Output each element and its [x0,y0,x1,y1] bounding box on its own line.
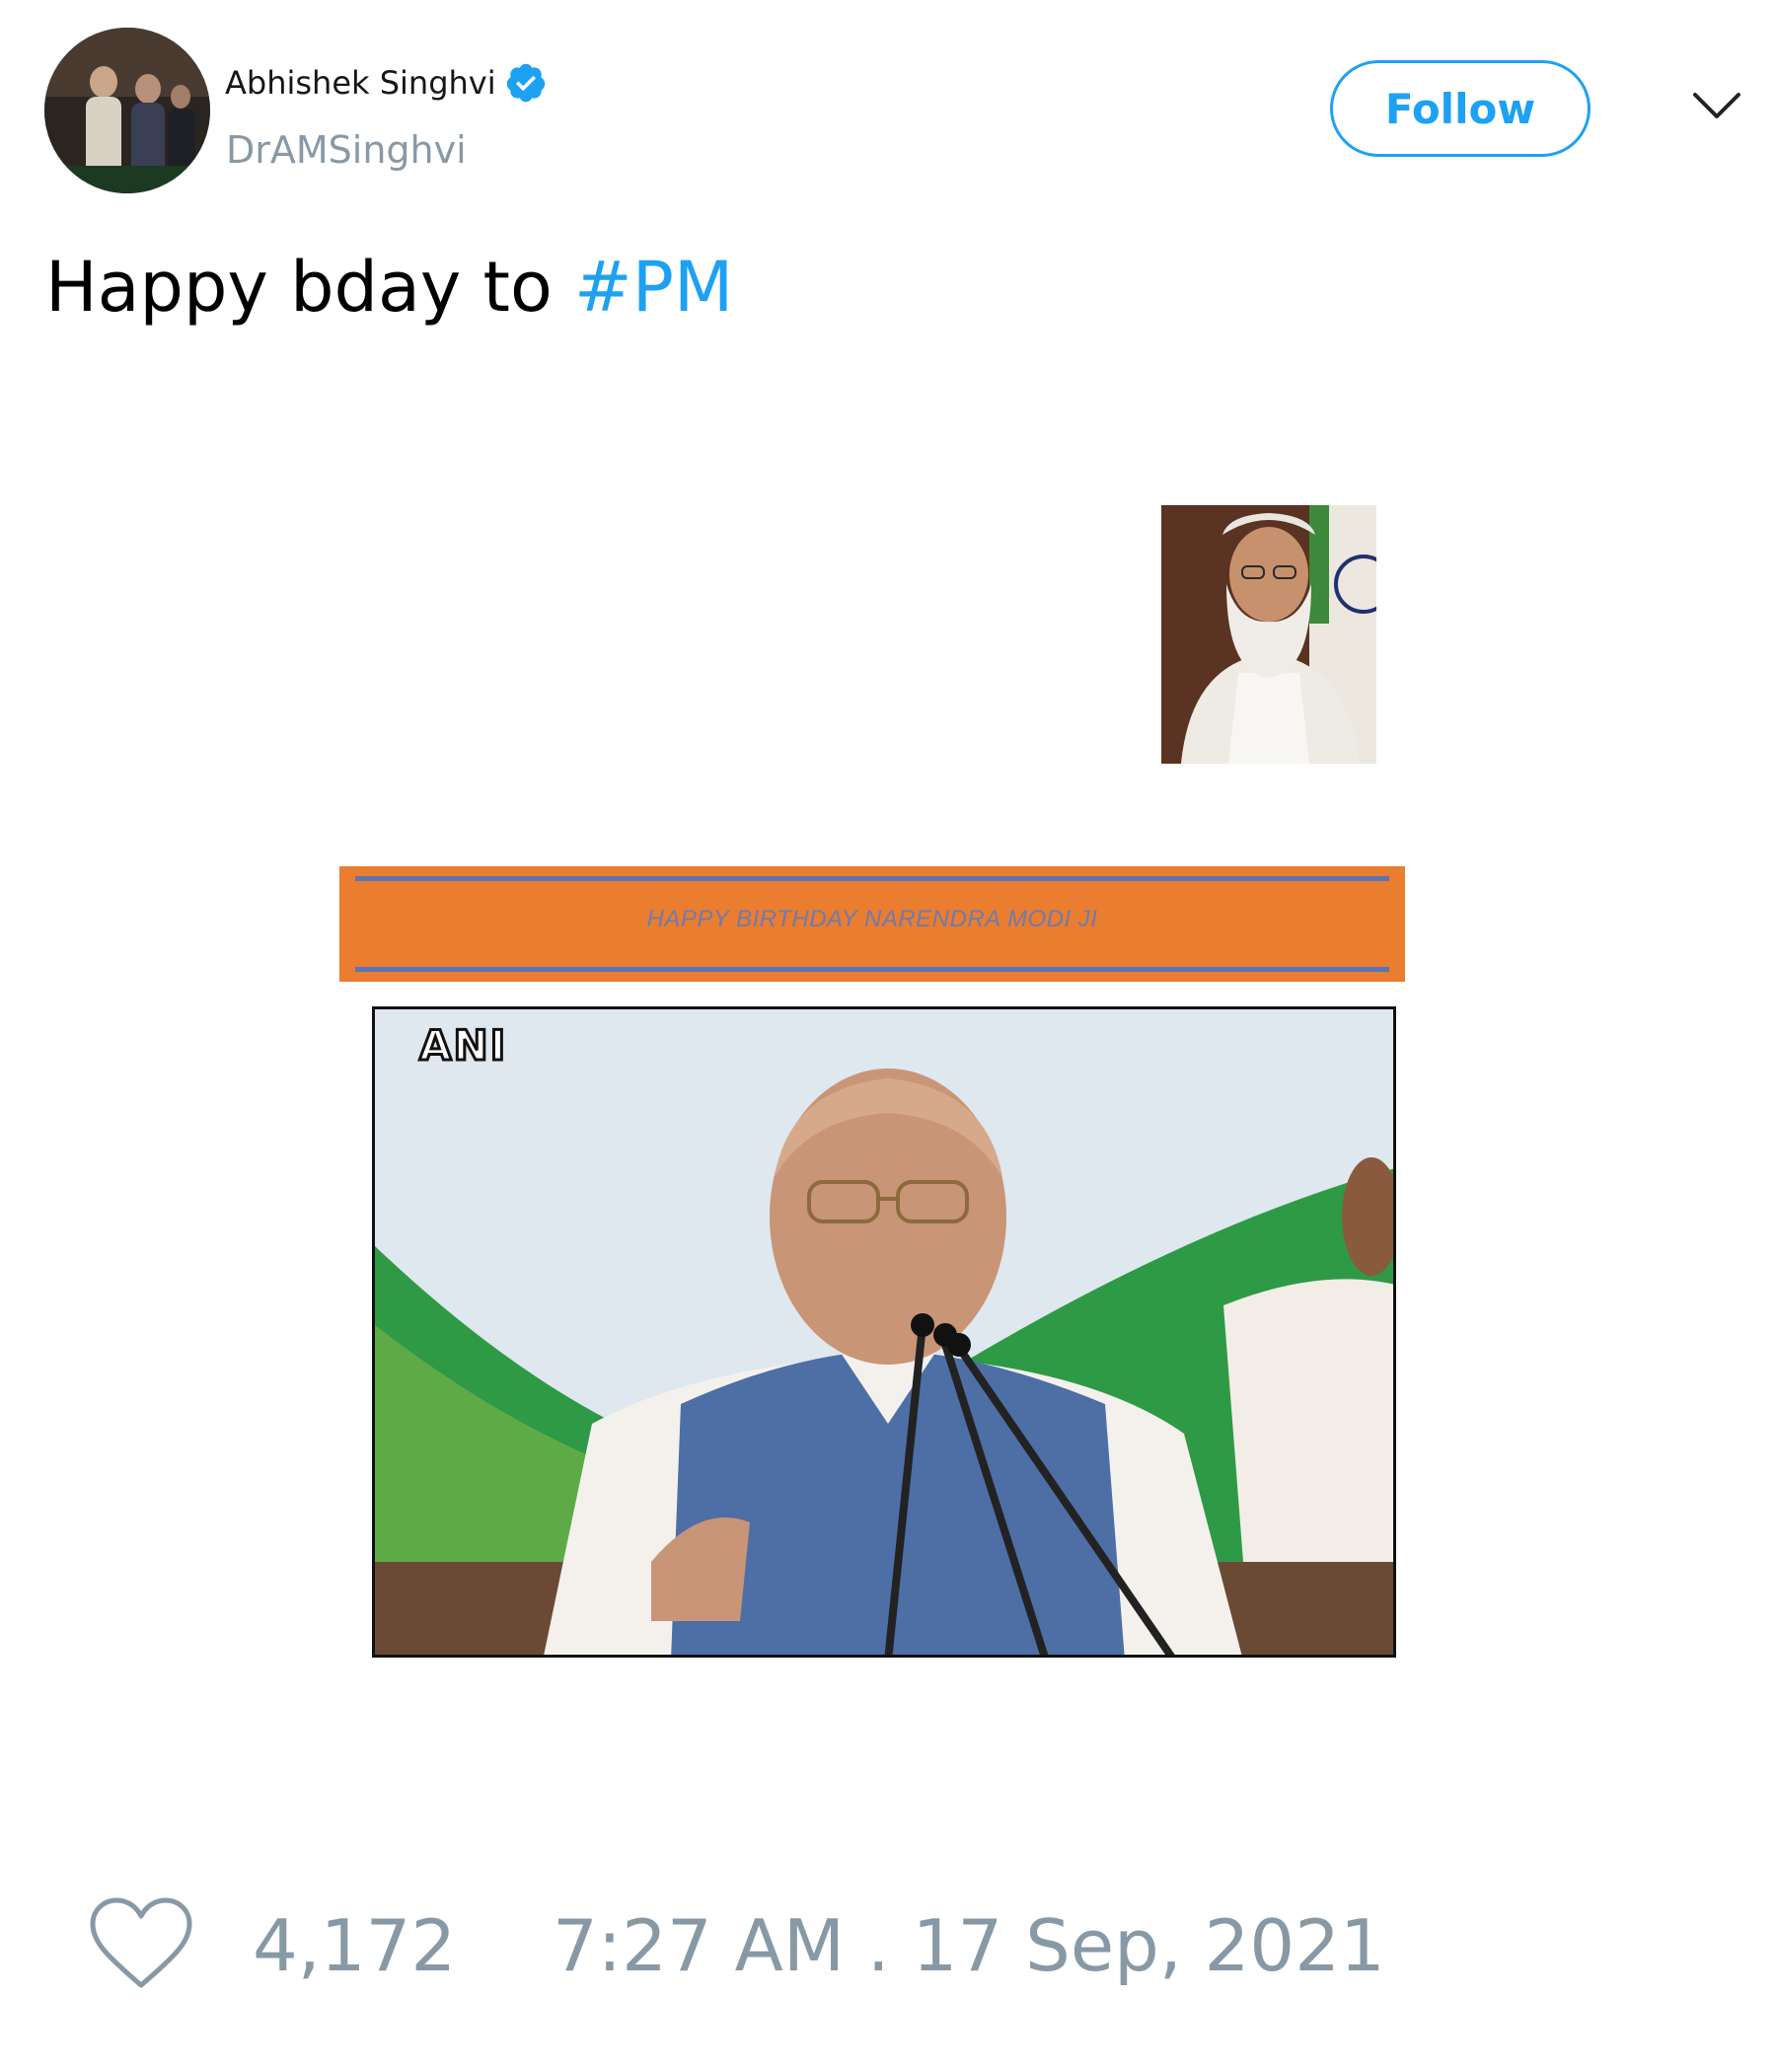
tweet-text-prefix: Happy bday to [45,247,575,328]
avatar[interactable] [44,28,210,193]
birthday-banner: HAPPY BIRTHDAY NARENDRA MODI JI [339,866,1405,982]
press-conference-image: ANI [372,1006,1396,1658]
hashtag-link[interactable]: #PM [574,247,733,328]
avatar-image [44,28,210,193]
tweet-timestamp[interactable]: 7:27 AM . 17 Sep, 2021 [553,1904,1385,1987]
ani-watermark: ANI [417,1020,508,1072]
tweet-footer: 4,172 7:27 AM . 17 Sep, 2021 [0,1875,1776,1993]
tweet-text: Happy bday to #PM [45,247,733,328]
follow-button[interactable]: Follow [1330,60,1591,157]
heart-icon[interactable] [87,1894,195,1993]
author-name-row[interactable]: Abhishek Singhvi [225,61,548,105]
banner-bottom-rule [355,967,1389,972]
like-count: 4,172 [253,1904,457,1987]
chevron-down-icon[interactable] [1689,87,1744,126]
author-handle[interactable]: DrAMSinghvi [226,128,467,172]
pm-portrait-image [1161,505,1376,764]
verified-badge-icon [506,63,545,103]
author-display-name[interactable]: Abhishek Singhvi [225,64,496,102]
banner-top-rule [355,876,1389,881]
tweet-media[interactable]: HAPPY BIRTHDAY NARENDRA MODI JI ANI [0,395,1776,1677]
banner-text: HAPPY BIRTHDAY NARENDRA MODI JI [646,906,1098,932]
